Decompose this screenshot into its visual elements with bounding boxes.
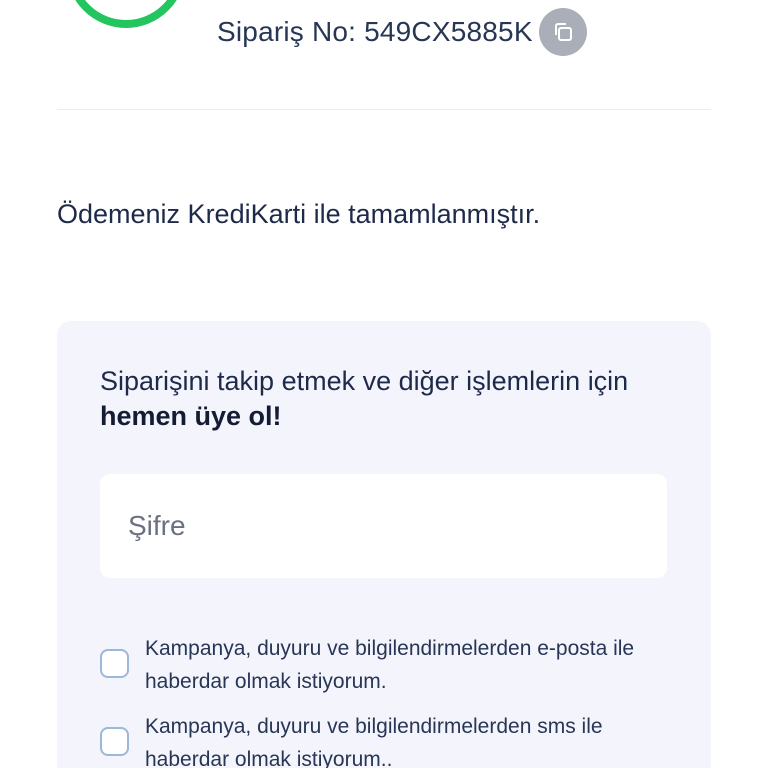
sms-consent-row: Kampanya, duyuru ve bilgilendirmelerden …	[100, 710, 680, 768]
copy-order-number-button[interactable]	[538, 8, 587, 56]
order-confirmation-page: Sipariş No: 549CX5885K Ödemeniz KrediKar…	[0, 0, 768, 768]
email-consent-row: Kampanya, duyuru ve bilgilendirmelerden …	[100, 632, 680, 698]
email-consent-checkbox[interactable]	[100, 649, 129, 678]
sms-consent-checkbox[interactable]	[100, 727, 129, 756]
order-number-text: Sipariş No: 549CX5885K	[217, 16, 533, 47]
signup-heading-cta: hemen üye ol!	[100, 401, 282, 431]
password-input[interactable]	[100, 474, 667, 578]
signup-heading-text: Siparişini takip etmek ve diğer işlemler…	[100, 366, 629, 396]
divider	[57, 109, 711, 110]
copy-icon	[554, 23, 572, 41]
payment-message: Ödemeniz KrediKarti ile tamamlanmıştır.	[57, 199, 541, 229]
order-number-row: Sipariş No: 549CX5885K	[217, 8, 587, 56]
signup-heading: Siparişini takip etmek ve diğer işlemler…	[100, 364, 680, 434]
sms-consent-label: Kampanya, duyuru ve bilgilendirmelerden …	[145, 715, 603, 768]
success-check-icon	[66, 0, 186, 28]
signup-card: Siparişini takip etmek ve diğer işlemler…	[57, 321, 711, 768]
email-consent-label: Kampanya, duyuru ve bilgilendirmelerden …	[145, 637, 635, 693]
